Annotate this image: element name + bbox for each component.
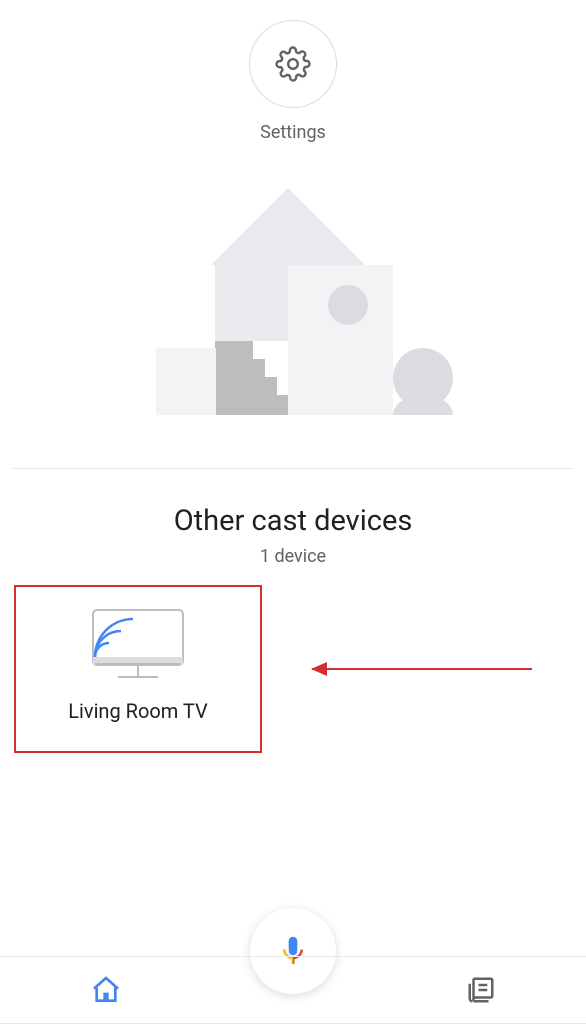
device-card-living-room-tv[interactable]: Living Room TV: [14, 585, 262, 753]
gear-icon: [275, 46, 311, 82]
settings-label: Settings: [260, 122, 326, 143]
settings-button[interactable]: [249, 20, 337, 108]
nav-feed[interactable]: [466, 975, 496, 1005]
section-title: Other cast devices: [0, 504, 586, 538]
device-label: Living Room TV: [68, 699, 208, 723]
nav-home[interactable]: [90, 974, 122, 1006]
house-illustration: [93, 183, 493, 433]
divider: [12, 468, 575, 469]
home-icon: [90, 974, 122, 1006]
section-subtitle: 1 device: [0, 546, 586, 567]
cast-tv-icon: [83, 605, 193, 685]
bottom-nav: [0, 956, 586, 1024]
feed-icon: [466, 975, 496, 1005]
annotation-arrow: [312, 668, 532, 670]
